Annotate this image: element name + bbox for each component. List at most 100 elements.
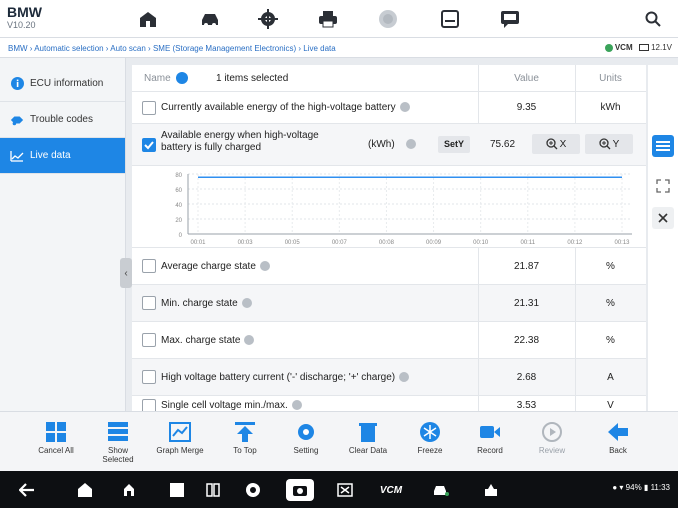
parameter-name: Single cell voltage min./max. [161, 400, 302, 411]
row-checkbox[interactable] [142, 370, 156, 384]
toolbar-button-show-selected[interactable]: Show Selected [88, 418, 148, 464]
toolbar-button-record[interactable]: Record [460, 418, 520, 455]
nav-remote-button[interactable] [334, 479, 356, 501]
freeze-icon [420, 422, 440, 442]
parameter-unit: % [606, 297, 615, 309]
column-divider [575, 65, 576, 91]
connection-status: VCM 12.1V [604, 43, 672, 52]
list-view-button[interactable] [652, 135, 674, 157]
parameter-value: 21.31 [513, 297, 540, 309]
table-row[interactable]: High voltage battery current ('-' discha… [132, 359, 646, 396]
record-icon [480, 426, 500, 438]
info-icon [10, 77, 24, 91]
toolbar-button-to-top[interactable]: To Top [215, 418, 275, 455]
sidebar-item-live-data[interactable]: Live data [0, 138, 125, 174]
parameter-info-icon[interactable] [244, 334, 255, 345]
row-checkbox[interactable] [142, 259, 156, 273]
row-checkbox[interactable] [142, 296, 156, 310]
nav-app-button[interactable] [118, 479, 140, 501]
row-checkbox[interactable] [142, 100, 156, 115]
parameter-info-icon[interactable] [406, 139, 416, 149]
table-row-selected[interactable]: Available energy when high-voltage batte… [132, 124, 646, 166]
camera-icon [293, 486, 307, 496]
row-checkbox[interactable] [142, 333, 156, 347]
message-button[interactable] [480, 0, 540, 38]
selection-info-icon[interactable] [176, 72, 188, 84]
nav-vcm-button[interactable]: VCM [376, 479, 406, 501]
toolbar-button-review[interactable]: Review [522, 418, 582, 455]
nav-multiwindow-button[interactable] [202, 479, 224, 501]
parameter-name: Max. charge state [161, 334, 255, 346]
breadcrumb-path[interactable]: BMW › Automatic selection › Auto scan › … [8, 44, 336, 53]
battery-voltage-icon [638, 44, 649, 52]
nav-home-button[interactable] [74, 479, 96, 501]
sidebar-item-ecu-information[interactable]: ECU information [0, 66, 125, 102]
sidebar-item-trouble-codes[interactable]: Trouble codes [0, 102, 125, 138]
help-button[interactable] [358, 0, 418, 38]
toolbar-button-freeze[interactable]: Freeze [400, 418, 460, 455]
home-button[interactable] [118, 0, 178, 38]
nav-tools-button[interactable] [480, 479, 502, 501]
zoom-in-icon [546, 138, 558, 150]
x-tick-label: 00:01 [190, 240, 206, 246]
check-icon [144, 141, 154, 150]
vcm-icon: VCM [379, 484, 403, 496]
parameter-unit: % [606, 260, 615, 272]
nav-screenshot-button[interactable] [286, 479, 314, 501]
column-header-units: Units [599, 72, 622, 84]
column-divider [478, 65, 479, 91]
parameter-value: 3.53 [516, 400, 537, 411]
vehicle-icon [202, 14, 218, 27]
print-button[interactable] [298, 0, 358, 38]
nav-recent-button[interactable] [166, 479, 188, 501]
column-header-value: Value [514, 72, 539, 84]
toolbar-button-graph-merge[interactable]: Graph Merge [150, 418, 210, 455]
remote-icon [337, 483, 353, 497]
toolbar-button-back[interactable]: Back [588, 418, 648, 455]
parameter-info-icon[interactable] [399, 371, 410, 382]
back-icon [608, 423, 628, 441]
fullscreen-button[interactable] [652, 175, 674, 197]
parameter-name: Min. charge state [161, 298, 252, 309]
parameter-info-icon[interactable] [291, 400, 302, 411]
row-checkbox-checked[interactable] [142, 138, 156, 152]
table-row[interactable]: Currently available energy of the high-v… [132, 92, 646, 124]
search-icon [645, 11, 661, 27]
wifi-icon: ▾ [619, 483, 624, 492]
zoom-x-button[interactable]: X [532, 134, 580, 154]
nav-back-button[interactable] [16, 479, 38, 501]
browser-icon [246, 483, 260, 497]
voltage-value: 12.1V [651, 43, 672, 52]
vehicle-button[interactable] [180, 0, 240, 38]
brand-name: BMW [7, 4, 42, 20]
table-row[interactable]: Average charge state 21.87% [132, 248, 646, 285]
zoom-y-button[interactable]: Y [585, 134, 633, 154]
y-tick-label: 60 [175, 188, 182, 194]
parameter-info-icon[interactable] [259, 260, 270, 271]
zoom-y-label: Y [612, 138, 620, 150]
toolbar-button-clear-data[interactable]: Clear Data [338, 418, 398, 455]
table-row[interactable]: Max. charge state 22.38% [132, 322, 646, 359]
sidebar-item-label: Trouble codes [30, 114, 93, 125]
parameter-info-icon[interactable] [241, 297, 252, 308]
x-tick-label: 00:13 [614, 240, 630, 246]
table-header: Name 1 items selected Value Units [132, 65, 646, 92]
nav-vehicle-button[interactable] [430, 479, 452, 501]
table-row[interactable]: Min. charge state 21.31% [132, 285, 646, 322]
stop-icon [170, 483, 184, 497]
search-button[interactable] [628, 0, 678, 38]
live-data-graph: 80 60 40 20 0 00:01 00:03 00:05 00:07 00:08 00:09 0… [175, 173, 632, 246]
toolbar-button-setting[interactable]: Setting [276, 418, 336, 455]
set-y-button[interactable]: SetY [438, 136, 470, 153]
y-tick-label: 0 [179, 233, 183, 239]
toolbar-button-cancel-all[interactable]: Cancel All [26, 418, 86, 455]
save-button[interactable] [420, 0, 480, 38]
battery-level: 94% [625, 483, 642, 492]
clear-data-icon [359, 423, 377, 442]
nav-browser-button[interactable] [242, 479, 264, 501]
cancel-all-icon [46, 422, 66, 442]
close-graph-button[interactable] [652, 207, 674, 229]
sidebar-collapse-handle[interactable]: ‹ [120, 258, 132, 288]
settings-button[interactable] [238, 0, 298, 38]
parameter-info-icon[interactable] [399, 102, 410, 113]
